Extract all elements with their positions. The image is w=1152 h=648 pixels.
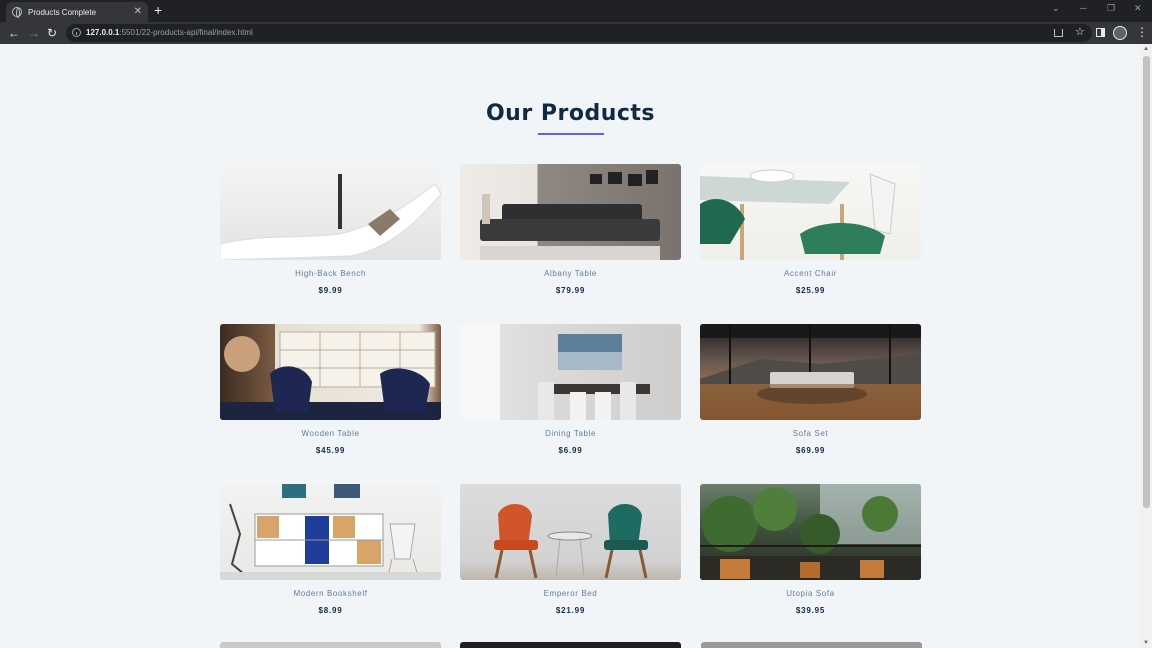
chairs-illustration (494, 504, 648, 579)
product-price: $25.99 (795, 286, 826, 295)
product-image[interactable] (700, 484, 921, 580)
tab-search-icon[interactable]: ⌄ (1052, 3, 1060, 13)
product-card[interactable]: Accent Chair $25.99 (700, 164, 921, 324)
product-name: Dining Table (544, 429, 597, 438)
profile-avatar[interactable] (1113, 26, 1127, 40)
close-tab-icon[interactable]: ✕ (134, 7, 142, 17)
product-card[interactable]: Utopia Sofa $39.95 (700, 484, 921, 644)
info-icon[interactable] (72, 28, 81, 37)
product-price: $6.99 (558, 446, 583, 455)
product-image-partial[interactable] (701, 642, 922, 648)
dining-table-illustration (460, 324, 650, 420)
product-card[interactable]: Wooden Table $45.99 (220, 324, 441, 484)
product-card[interactable]: Dining Table $6.99 (460, 324, 681, 484)
side-panel-icon[interactable] (1096, 28, 1105, 37)
page-viewport: Our Products High-Back Bench $9.99 Alban… (0, 44, 1141, 648)
product-image[interactable] (460, 164, 681, 260)
url-host: 127.0.0.1 (86, 28, 120, 37)
product-image[interactable] (220, 484, 441, 580)
page-scrollbar[interactable]: ▲ ▼ (1141, 44, 1152, 648)
product-image[interactable] (460, 484, 681, 580)
product-price: $8.99 (318, 606, 343, 615)
product-image[interactable] (700, 164, 921, 260)
plants-illustration (700, 484, 921, 580)
product-card[interactable]: High-Back Bench $9.99 (220, 164, 441, 324)
product-price: $69.99 (795, 446, 826, 455)
close-window-button[interactable]: ✕ (1134, 3, 1142, 13)
browser-tab-strip: Products Complete ✕ + ⌄ ─ ❐ ✕ (0, 0, 1152, 22)
sofa-illustration (480, 170, 660, 260)
url-text[interactable]: 127.0.0.1:5501/22-products-api/final/ind… (86, 28, 253, 37)
product-image[interactable] (700, 324, 921, 420)
scrollbar-thumb[interactable] (1143, 56, 1150, 508)
bookshelf-illustration (220, 484, 441, 580)
browser-toolbar: ← → ↻ 127.0.0.1:5501/22-products-api/fin… (0, 22, 1152, 44)
product-image-partial[interactable] (220, 642, 441, 648)
product-image[interactable] (460, 324, 681, 420)
product-card[interactable]: Albany Table $79.99 (460, 164, 681, 324)
share-icon[interactable] (1054, 29, 1063, 37)
address-bar[interactable]: 127.0.0.1:5501/22-products-api/final/ind… (66, 24, 1092, 42)
more-menu-icon[interactable]: ⋮ (1136, 26, 1148, 38)
product-card[interactable]: Modern Bookshelf $8.99 (220, 484, 441, 644)
product-price: $9.99 (318, 286, 343, 295)
products-grid: High-Back Bench $9.99 Albany Table $79.9… (220, 164, 922, 644)
product-image[interactable] (220, 324, 441, 420)
shelf-illustration (220, 331, 441, 420)
product-card[interactable]: Emperor Bed $21.99 (460, 484, 681, 644)
minimize-button[interactable]: ─ (1080, 3, 1086, 13)
product-name: Albany Table (544, 269, 597, 278)
product-price: $79.99 (555, 286, 586, 295)
scroll-down-arrow-icon[interactable]: ▼ (1143, 640, 1149, 646)
globe-icon (12, 7, 22, 18)
scroll-up-arrow-icon[interactable]: ▲ (1143, 46, 1149, 52)
forward-button[interactable]: → (28, 26, 40, 40)
new-tab-button[interactable]: + (154, 3, 162, 17)
title-underline (538, 133, 604, 135)
product-name: Wooden Table (301, 429, 360, 438)
bookmark-star-icon[interactable]: ☆ (1075, 26, 1085, 38)
restore-button[interactable]: ❐ (1107, 3, 1115, 13)
page-title: Our Products (485, 101, 656, 126)
browser-tab[interactable]: Products Complete ✕ (6, 2, 148, 22)
product-price: $45.99 (315, 446, 346, 455)
bench-illustration (220, 174, 441, 260)
back-button[interactable]: ← (8, 26, 20, 40)
product-image[interactable] (220, 164, 441, 260)
product-name: Sofa Set (792, 429, 829, 438)
product-name: High-Back Bench (295, 269, 366, 278)
product-image-partial[interactable] (460, 642, 681, 648)
tab-title: Products Complete (28, 7, 97, 17)
reload-button[interactable]: ↻ (47, 26, 57, 40)
product-name: Emperor Bed (543, 589, 598, 598)
chair-illustration (700, 169, 896, 260)
product-name: Accent Chair (784, 269, 837, 278)
product-price: $21.99 (555, 606, 586, 615)
product-name: Modern Bookshelf (293, 589, 368, 598)
product-name: Utopia Sofa (786, 589, 835, 598)
product-card[interactable]: Sofa Set $69.99 (700, 324, 921, 484)
url-path: :5501/22-products-api/final/index.html (119, 28, 253, 37)
product-price: $39.95 (795, 606, 826, 615)
sofa-set-illustration (700, 324, 921, 420)
